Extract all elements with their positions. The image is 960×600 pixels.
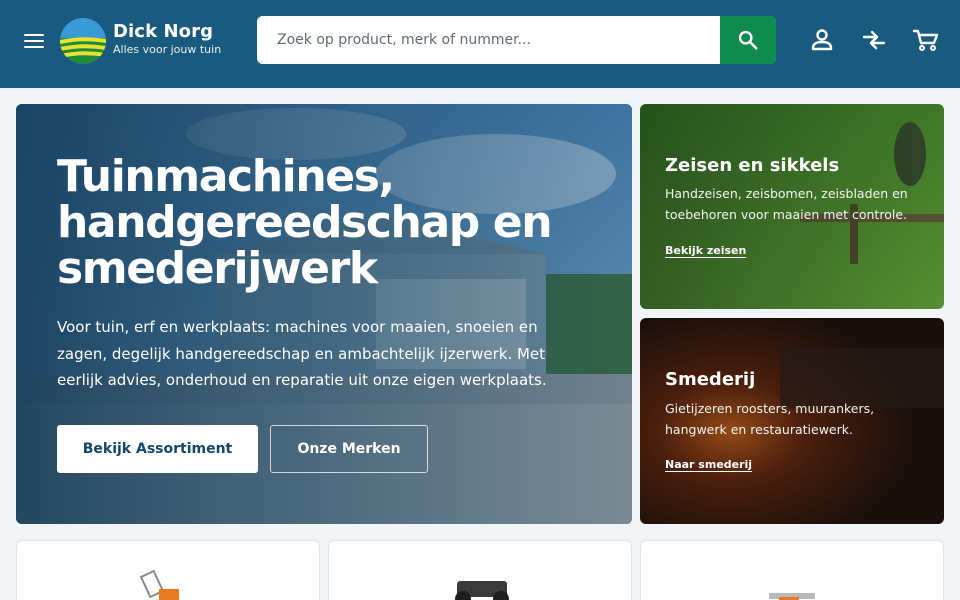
card-description: Handzeisen, zeisbomen, zeisbladen en toe… bbox=[665, 186, 908, 222]
menu-button[interactable] bbox=[22, 30, 46, 50]
account-icon bbox=[811, 29, 833, 51]
product-card[interactable] bbox=[640, 540, 944, 600]
logo-icon[interactable] bbox=[60, 18, 106, 64]
site-header: Dick Norg Alles voor jouw tuin bbox=[0, 0, 960, 88]
cart-button[interactable] bbox=[912, 26, 940, 54]
category-card-scythes[interactable]: Zeisen en sikkels Handzeisen, zeisbomen,… bbox=[640, 104, 944, 309]
brand-name[interactable]: Dick Norg bbox=[113, 21, 213, 42]
product-card[interactable] bbox=[16, 540, 320, 600]
search-input[interactable] bbox=[257, 16, 720, 64]
our-brands-button[interactable]: Onze Merken bbox=[270, 425, 428, 473]
card-title: Smederij bbox=[665, 369, 756, 390]
product-image bbox=[455, 581, 509, 600]
cart-icon bbox=[912, 29, 939, 51]
compare-icon bbox=[862, 30, 886, 50]
search-bar bbox=[257, 16, 776, 64]
product-card[interactable] bbox=[328, 540, 632, 600]
hero-banner: Tuinmachines, handgereedschap en smederi… bbox=[16, 104, 632, 524]
card-description: Gietijzeren roosters, muurankers, hangwe… bbox=[665, 401, 875, 437]
hero-title: Tuinmachines, handgereedschap en smederi… bbox=[57, 151, 553, 294]
view-scythes-link[interactable]: Bekijk zeisen bbox=[665, 244, 746, 257]
category-card-smithy[interactable]: Smederij Gietijzeren roosters, muuranker… bbox=[640, 318, 944, 524]
product-image bbox=[769, 593, 815, 600]
view-smithy-link[interactable]: Naar smederij bbox=[665, 458, 752, 471]
menu-icon bbox=[24, 33, 44, 36]
hero-description: Voor tuin, erf en werkplaats: machines v… bbox=[57, 318, 547, 389]
compare-button[interactable] bbox=[860, 26, 888, 54]
search-button[interactable] bbox=[720, 16, 776, 64]
brand-tagline: Alles voor jouw tuin bbox=[113, 43, 222, 56]
card-title: Zeisen en sikkels bbox=[665, 155, 840, 176]
product-image bbox=[139, 569, 179, 600]
account-button[interactable] bbox=[808, 26, 836, 54]
search-icon bbox=[738, 30, 758, 50]
view-assortment-button[interactable]: Bekijk Assortiment bbox=[57, 425, 258, 473]
